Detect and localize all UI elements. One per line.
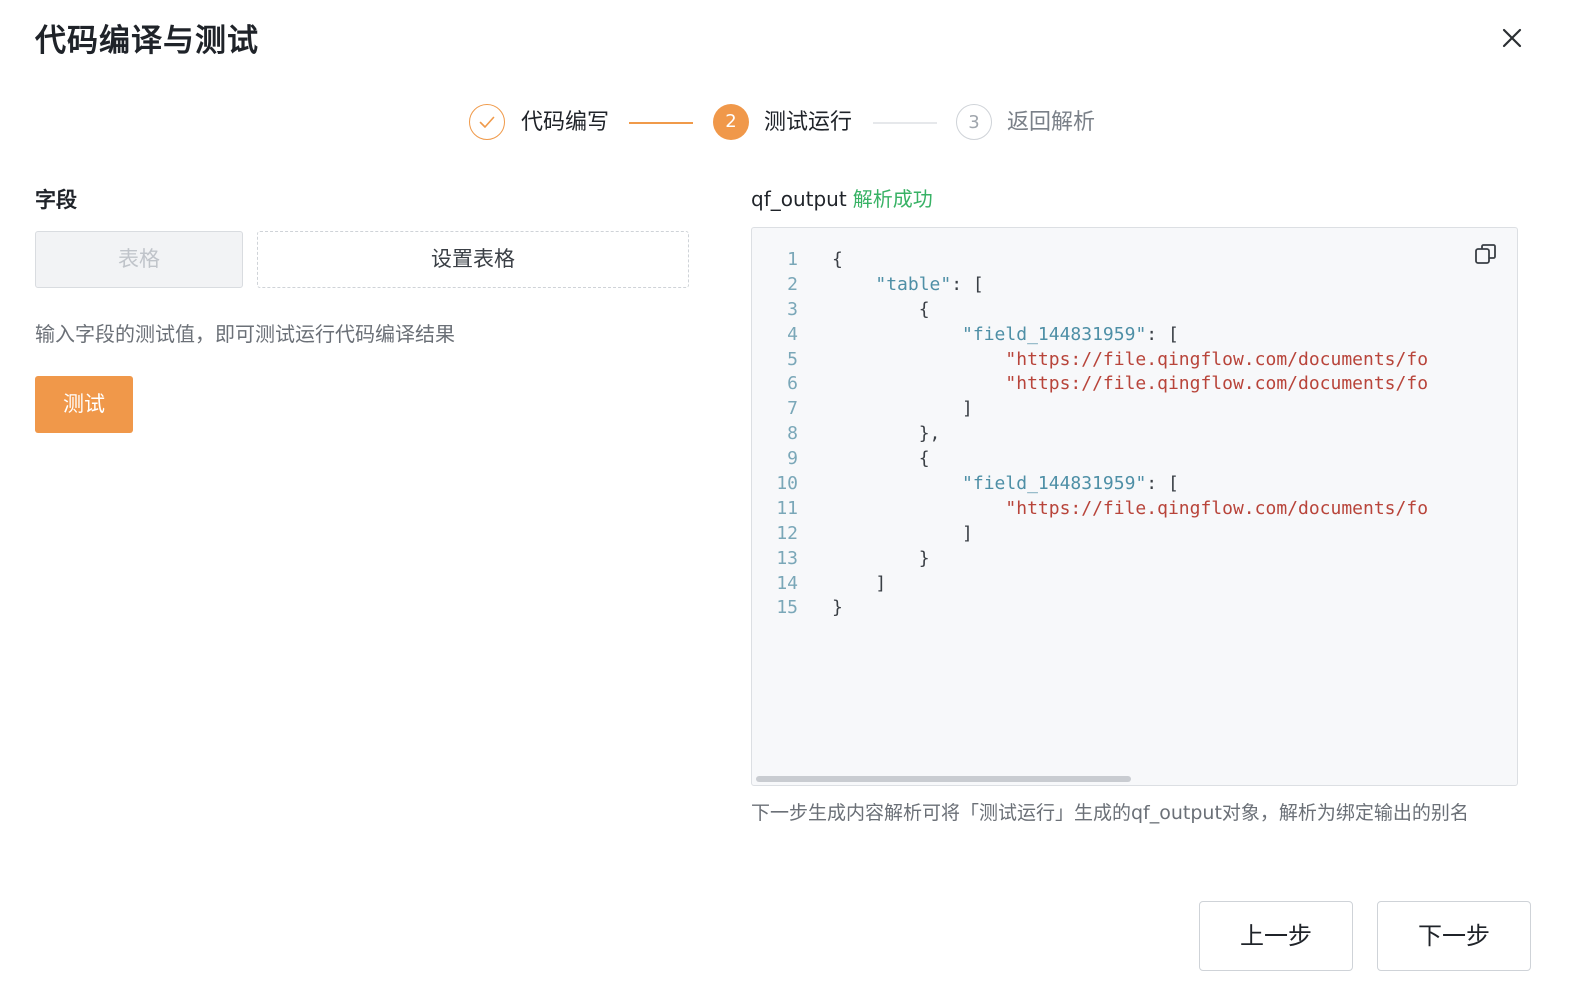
code-line: 5 "https://file.qingflow.com/documents/f…	[752, 348, 1517, 373]
line-number: 13	[776, 547, 798, 569]
step-2-label: 测试运行	[764, 110, 853, 135]
code-text: ]	[832, 522, 973, 547]
previous-step-button[interactable]: 上一步	[1199, 901, 1353, 971]
code-token: "table"	[875, 273, 952, 295]
code-token: {	[918, 298, 930, 320]
step-3-number: 3	[956, 104, 992, 140]
line-number: 8	[787, 423, 798, 445]
code-lines: 1{2 "table": [3 {4 "field_144831959": [5…	[752, 248, 1517, 621]
step-connector-2	[873, 122, 937, 124]
close-icon[interactable]	[1496, 22, 1528, 54]
code-token: }	[918, 547, 930, 569]
step-1-label: 代码编写	[521, 110, 610, 135]
code-token: : [	[1146, 323, 1179, 345]
code-token: },	[918, 423, 941, 445]
field-table-disabled: 表格	[35, 231, 243, 288]
line-number: 14	[776, 572, 798, 594]
set-table-button[interactable]: 设置表格	[257, 231, 689, 288]
line-number: 10	[776, 473, 798, 495]
code-line: 4 "field_144831959": [	[752, 323, 1517, 348]
line-number: 1	[787, 249, 798, 270]
output-note: 下一步生成内容解析可将「测试运行」生成的qf_output对象，解析为绑定输出的…	[751, 802, 1469, 824]
line-number: 4	[787, 323, 798, 345]
next-step-button[interactable]: 下一步	[1377, 901, 1531, 971]
steps-indicator: 代码编写 2 测试运行 3 返回解析	[469, 103, 1109, 143]
code-text: "https://file.qingflow.com/documents/fo	[832, 372, 1428, 397]
code-line: 15}	[752, 596, 1517, 621]
check-icon	[479, 116, 495, 128]
code-line: 11 "https://file.qingflow.com/documents/…	[752, 497, 1517, 522]
code-line: 3 {	[752, 298, 1517, 323]
code-line: 14 ]	[752, 572, 1517, 597]
code-text: "https://file.qingflow.com/documents/fo	[832, 348, 1428, 373]
code-text: {	[832, 248, 843, 273]
code-text: ]	[832, 572, 886, 597]
code-line: 12 ]	[752, 522, 1517, 547]
test-hint-text: 输入字段的测试值，即可测试运行代码编译结果	[35, 322, 455, 346]
parse-status: 解析成功	[852, 187, 933, 211]
code-text: "field_144831959": [	[832, 472, 1179, 497]
line-number: 12	[776, 522, 798, 544]
code-line: 2 "table": [	[752, 273, 1517, 298]
line-number: 3	[787, 298, 798, 320]
code-line: 1{	[752, 248, 1517, 273]
code-text: {	[832, 447, 930, 472]
code-token: : [	[1146, 473, 1179, 495]
code-text: "https://file.qingflow.com/documents/fo	[832, 497, 1428, 522]
code-token: ]	[875, 572, 887, 594]
code-text: "field_144831959": [	[832, 323, 1179, 348]
code-token: ]	[962, 522, 973, 544]
code-token: "https://file.qingflow.com/documents/fo	[1005, 373, 1429, 395]
step-connector-1	[629, 122, 693, 124]
code-token: "field_144831959"	[962, 473, 1147, 495]
step-3-label: 返回解析	[1007, 110, 1096, 135]
code-token: {	[832, 249, 843, 270]
code-line: 8 },	[752, 422, 1517, 447]
code-line: 7 ]	[752, 397, 1517, 422]
dialog-title: 代码编译与测试	[35, 23, 259, 59]
horizontal-scrollbar[interactable]	[756, 776, 1131, 782]
code-token: }	[832, 597, 843, 619]
code-text: }	[832, 547, 930, 572]
code-line: 10 "field_144831959": [	[752, 472, 1517, 497]
code-token: : [	[951, 273, 984, 295]
code-line: 9 {	[752, 447, 1517, 472]
code-text: {	[832, 298, 930, 323]
code-token: {	[918, 448, 930, 470]
line-number: 6	[787, 373, 798, 395]
test-button[interactable]: 测试	[35, 376, 133, 433]
step-2-number: 2	[713, 104, 749, 140]
code-token: ]	[962, 398, 973, 420]
code-compile-test-dialog: 代码编译与测试 代码编写 2 测试运行 3 返回解析 字段 表格 设置表格 输入…	[0, 0, 1570, 992]
line-number: 11	[776, 497, 798, 519]
output-heading: qf_output 解析成功	[751, 184, 933, 214]
code-token: "field_144831959"	[962, 323, 1147, 345]
line-number: 9	[787, 448, 798, 470]
line-number: 2	[787, 273, 798, 295]
code-text: }	[832, 596, 843, 621]
step-1-done	[469, 104, 505, 140]
line-number: 7	[787, 398, 798, 420]
output-variable-name: qf_output	[751, 187, 847, 211]
code-line: 13 }	[752, 547, 1517, 572]
field-label: 字段	[35, 188, 77, 212]
code-text: ]	[832, 397, 973, 422]
code-text: },	[832, 422, 941, 447]
line-number: 15	[776, 597, 798, 619]
code-output-viewer[interactable]: 1{2 "table": [3 {4 "field_144831959": [5…	[751, 227, 1518, 786]
line-number: 5	[787, 348, 798, 370]
code-token: "https://file.qingflow.com/documents/fo	[1005, 497, 1429, 519]
code-text: "table": [	[832, 273, 984, 298]
code-line: 6 "https://file.qingflow.com/documents/f…	[752, 372, 1517, 397]
code-token: "https://file.qingflow.com/documents/fo	[1005, 348, 1429, 370]
